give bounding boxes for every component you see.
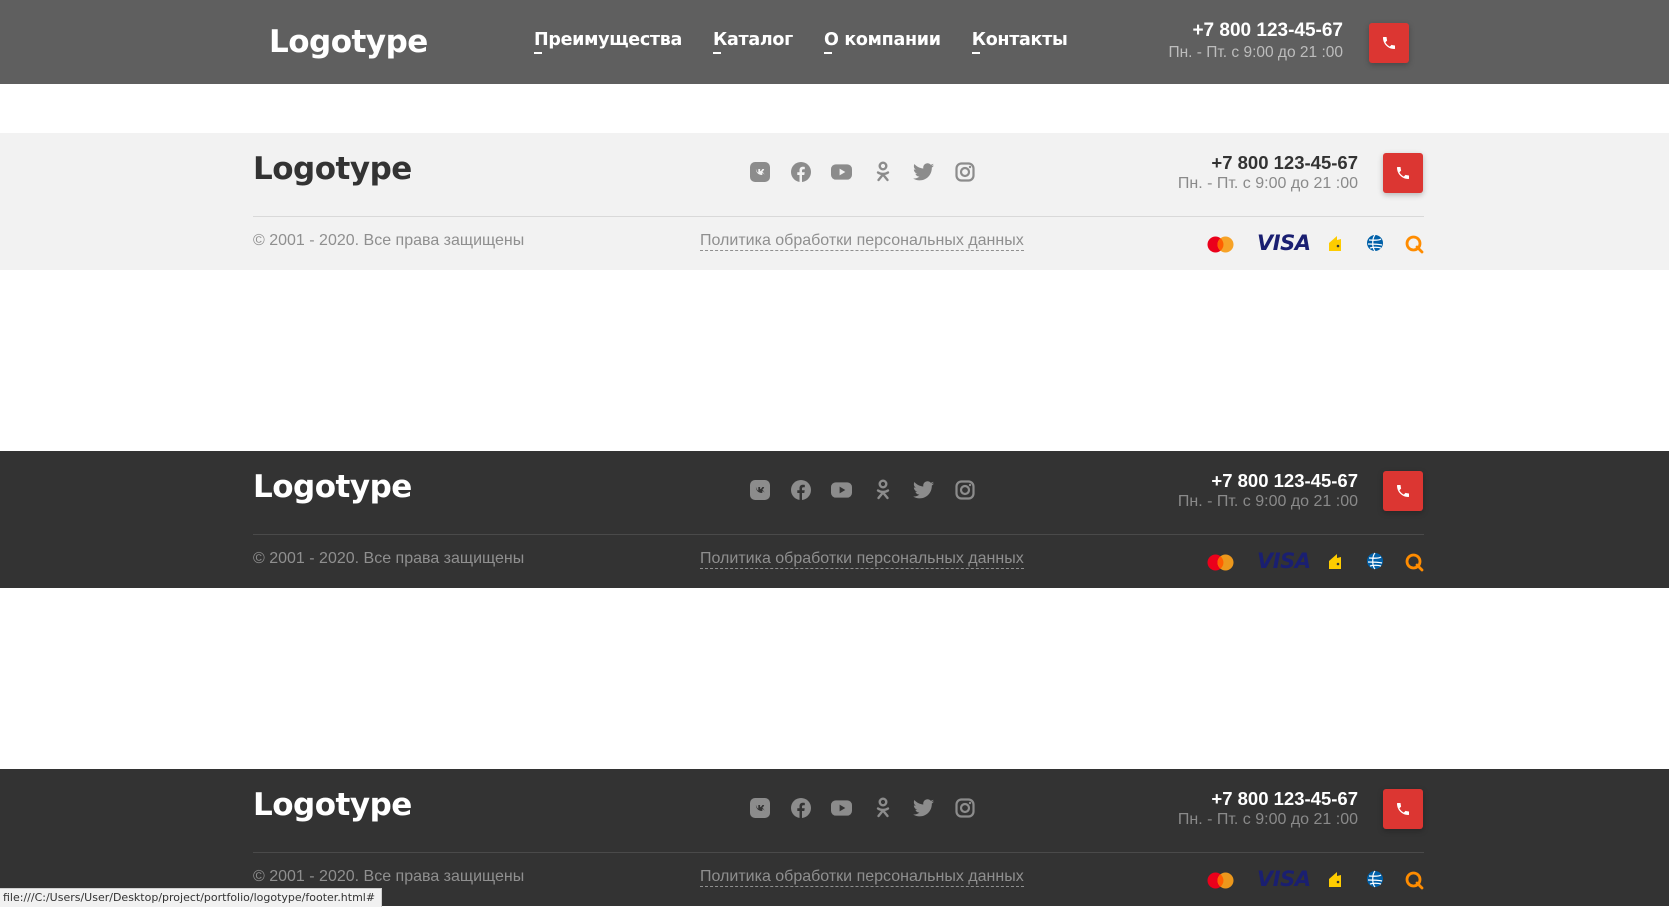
phone-icon bbox=[1397, 485, 1409, 497]
footer-divider bbox=[253, 216, 1424, 217]
site-header: Logotype Преимущества Каталог О компании… bbox=[0, 0, 1669, 84]
facebook-icon[interactable] bbox=[790, 479, 811, 500]
privacy-policy-link[interactable]: Политика обработки персональных данных bbox=[700, 868, 1024, 887]
payment-methods: VISA bbox=[1207, 549, 1425, 573]
youtube-icon[interactable] bbox=[831, 797, 852, 818]
facebook-icon[interactable] bbox=[790, 797, 811, 818]
yandex-money-icon bbox=[1329, 872, 1341, 887]
phone-icon bbox=[1397, 803, 1409, 815]
footer-logo[interactable]: Logotype bbox=[253, 469, 412, 505]
call-button[interactable] bbox=[1383, 153, 1423, 193]
phone-icon bbox=[1383, 37, 1395, 49]
yandex-money-icon bbox=[1329, 236, 1341, 251]
mastercard-icon bbox=[1207, 872, 1234, 889]
nav-about[interactable]: О компании bbox=[823, 30, 941, 54]
header-hours: Пн. - Пт. с 9:00 до 21 :00 bbox=[1168, 44, 1343, 61]
vk-icon[interactable] bbox=[749, 161, 770, 182]
yandex-money-icon bbox=[1329, 554, 1341, 569]
nav-advantages[interactable]: Преимущества bbox=[534, 30, 682, 54]
odnoklassniki-icon[interactable] bbox=[872, 797, 893, 818]
mastercard-icon bbox=[1207, 236, 1234, 253]
nav-catalog[interactable]: Каталог bbox=[713, 30, 793, 54]
footer-phone[interactable]: +7 800 123-45-67 bbox=[1211, 152, 1358, 174]
payment-methods: VISA bbox=[1207, 231, 1425, 255]
qiwi-icon bbox=[1405, 553, 1424, 572]
footer-variant-dark-2: Logotype +7 800 123-45-67 Пн. - Пт. с 9:… bbox=[0, 769, 1669, 906]
footer-hours: Пн. - Пт. с 9:00 до 21 :00 bbox=[1177, 175, 1358, 192]
qiwi-icon bbox=[1405, 871, 1424, 890]
privacy-policy-link[interactable]: Политика обработки персональных данных bbox=[700, 550, 1024, 569]
instagram-icon[interactable] bbox=[954, 479, 975, 500]
footer-divider bbox=[253, 534, 1424, 535]
browser-status-bar: file:///C:/Users/User/Desktop/project/po… bbox=[0, 888, 383, 907]
main-nav: Преимущества Каталог О компании Контакты bbox=[534, 30, 1068, 54]
footer-divider bbox=[253, 852, 1424, 853]
twitter-icon[interactable] bbox=[913, 161, 934, 182]
visa-icon: VISA bbox=[1257, 867, 1311, 891]
header-phone[interactable]: +7 800 123-45-67 bbox=[1192, 20, 1343, 42]
youtube-icon[interactable] bbox=[831, 479, 852, 500]
visa-icon: VISA bbox=[1257, 549, 1311, 573]
youtube-icon[interactable] bbox=[831, 161, 852, 182]
nav-contacts[interactable]: Контакты bbox=[971, 30, 1068, 54]
mastercard-icon bbox=[1207, 554, 1234, 571]
footer-phone[interactable]: +7 800 123-45-67 bbox=[1211, 788, 1358, 810]
odnoklassniki-icon[interactable] bbox=[872, 161, 893, 182]
header-logo[interactable]: Logotype bbox=[269, 24, 428, 60]
footer-variant-dark: Logotype +7 800 123-45-67 Пн. - Пт. с 9:… bbox=[0, 451, 1669, 588]
social-links bbox=[749, 479, 975, 500]
copyright-text: © 2001 - 2020. Все права защищены bbox=[253, 232, 525, 249]
footer-logo[interactable]: Logotype bbox=[253, 151, 412, 187]
call-button[interactable] bbox=[1383, 789, 1423, 829]
twitter-icon[interactable] bbox=[913, 797, 934, 818]
privacy-policy-link[interactable]: Политика обработки персональных данных bbox=[700, 232, 1024, 251]
phone-icon bbox=[1397, 167, 1409, 179]
facebook-icon[interactable] bbox=[790, 161, 811, 182]
copyright-text: © 2001 - 2020. Все права защищены bbox=[253, 550, 525, 567]
social-links bbox=[749, 161, 975, 182]
webmoney-icon bbox=[1367, 552, 1383, 570]
call-button[interactable] bbox=[1383, 471, 1423, 511]
webmoney-icon bbox=[1367, 870, 1383, 888]
footer-logo[interactable]: Logotype bbox=[253, 787, 412, 823]
instagram-icon[interactable] bbox=[954, 797, 975, 818]
twitter-icon[interactable] bbox=[913, 479, 934, 500]
footer-hours: Пн. - Пт. с 9:00 до 21 :00 bbox=[1177, 493, 1358, 510]
visa-icon: VISA bbox=[1257, 231, 1311, 255]
vk-icon[interactable] bbox=[749, 479, 770, 500]
footer-variant-light: Logotype +7 800 123-45-67 Пн. - Пт. с 9:… bbox=[0, 133, 1669, 270]
footer-phone[interactable]: +7 800 123-45-67 bbox=[1211, 470, 1358, 492]
odnoklassniki-icon[interactable] bbox=[872, 479, 893, 500]
vk-icon[interactable] bbox=[749, 797, 770, 818]
social-links bbox=[749, 797, 975, 818]
qiwi-icon bbox=[1405, 235, 1424, 254]
call-button[interactable] bbox=[1369, 23, 1409, 63]
payment-methods: VISA bbox=[1207, 867, 1425, 891]
instagram-icon[interactable] bbox=[954, 161, 975, 182]
copyright-text: © 2001 - 2020. Все права защищены bbox=[253, 868, 525, 885]
footer-hours: Пн. - Пт. с 9:00 до 21 :00 bbox=[1177, 811, 1358, 828]
webmoney-icon bbox=[1367, 234, 1383, 252]
